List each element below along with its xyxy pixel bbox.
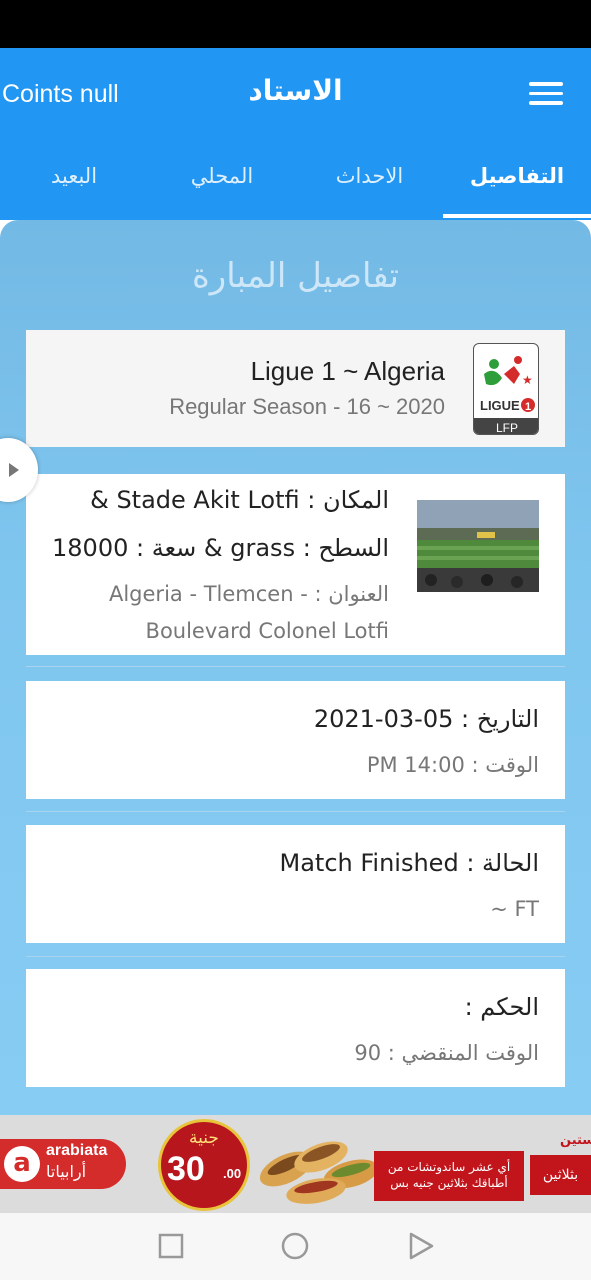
- tab-details[interactable]: التفاصيل: [443, 148, 591, 220]
- referee-label: الحكم :: [464, 993, 539, 1021]
- hamburger-menu-icon[interactable]: [529, 82, 563, 108]
- league-card[interactable]: Ligue 1 ~ Algeria Regular Season - 16 ~ …: [26, 330, 565, 447]
- league-name: Ligue 1 ~ Algeria: [250, 356, 445, 386]
- ad-price-word: جنية: [189, 1128, 219, 1148]
- ad-price-number: 30: [167, 1150, 205, 1188]
- ad-brand-latin: arabiata: [46, 1142, 108, 1159]
- logo-text-num: 1: [525, 401, 531, 413]
- venue-card: المكان : Stade Akit Lotfi & السطح : gras…: [26, 474, 565, 655]
- divider: [26, 811, 565, 812]
- ad-promo-text: أي عشر ساندوتشات من أطباقك بثلاثين جنيه …: [374, 1151, 524, 1201]
- status-bar: [0, 0, 591, 48]
- ad-brand-initial: a: [4, 1146, 40, 1182]
- tab-home-team[interactable]: المحلي: [148, 148, 296, 220]
- ad-price-badge: جنية 30 .00: [158, 1119, 250, 1211]
- ad-side-text: بثلاثين: [530, 1155, 591, 1195]
- system-nav-bar: [0, 1213, 591, 1280]
- ad-price-decimal: .00: [223, 1166, 242, 1181]
- tab-bar: التفاصيل الاحداث المحلي البعيد: [0, 148, 591, 220]
- tab-away-team[interactable]: البعيد: [0, 148, 148, 220]
- logo-text-lfp: LFP: [496, 421, 518, 435]
- venue-address-street: Boulevard Colonel Lotfi: [145, 619, 389, 643]
- ad-brand-arabic: أرابياتا: [46, 1162, 87, 1181]
- tab-events[interactable]: الاحداث: [296, 148, 443, 220]
- league-season: Regular Season - 16 ~ 2020: [169, 394, 445, 419]
- league-logo-icon: ★ LIGUE 1 LFP: [473, 343, 539, 435]
- elapsed-time: الوقت المنقضي : 90: [354, 1041, 539, 1065]
- triangle-back-icon[interactable]: [406, 1231, 436, 1261]
- match-date: التاريخ : 05-03-2021: [313, 705, 539, 733]
- venue-name: المكان : Stade Akit Lotfi &: [90, 486, 389, 514]
- referee-card: الحكم : الوقت المنقضي : 90: [26, 969, 565, 1087]
- ad-top-right-text: ستين: [560, 1133, 591, 1148]
- app-title: الاستاد: [248, 74, 343, 107]
- match-status-short: ~ FT: [490, 897, 539, 921]
- date-card: التاريخ : 05-03-2021 الوقت : 14:00 PM: [26, 681, 565, 799]
- venue-address: العنوان : - Algeria - Tlemcen: [108, 582, 389, 606]
- status-card: الحالة : Match Finished ~ FT: [26, 825, 565, 943]
- svg-text:★: ★: [522, 373, 533, 387]
- divider: [26, 956, 565, 957]
- venue-surface-capacity: السطح : grass & سعة : 18000: [52, 534, 389, 562]
- circle-home-icon[interactable]: [280, 1231, 310, 1261]
- logo-text-ligue: LIGUE: [480, 398, 520, 413]
- square-recents-icon[interactable]: [156, 1231, 186, 1261]
- app-bar: Coints null الاستاد التفاصيل الاحداث الم…: [0, 48, 591, 220]
- divider: [26, 666, 565, 667]
- stadium-photo: [417, 500, 539, 592]
- active-tab-indicator: [443, 214, 591, 218]
- content-area: تفاصيل المبارة Ligue 1 ~ Algeria Regular…: [0, 220, 591, 1115]
- details-title: تفاصيل المبارة: [191, 256, 400, 296]
- match-time: الوقت : 14:00 PM: [366, 753, 539, 777]
- chevron-right-icon: [9, 463, 19, 477]
- ad-banner[interactable]: a arabiata أرابياتا جنية 30 .00 أي عشر س…: [0, 1115, 591, 1213]
- ad-brand-logo: a arabiata أرابياتا: [0, 1139, 126, 1189]
- match-status: الحالة : Match Finished: [279, 849, 540, 877]
- ad-food-image: [256, 1119, 386, 1209]
- details-panel: تفاصيل المبارة Ligue 1 ~ Algeria Regular…: [0, 220, 591, 1115]
